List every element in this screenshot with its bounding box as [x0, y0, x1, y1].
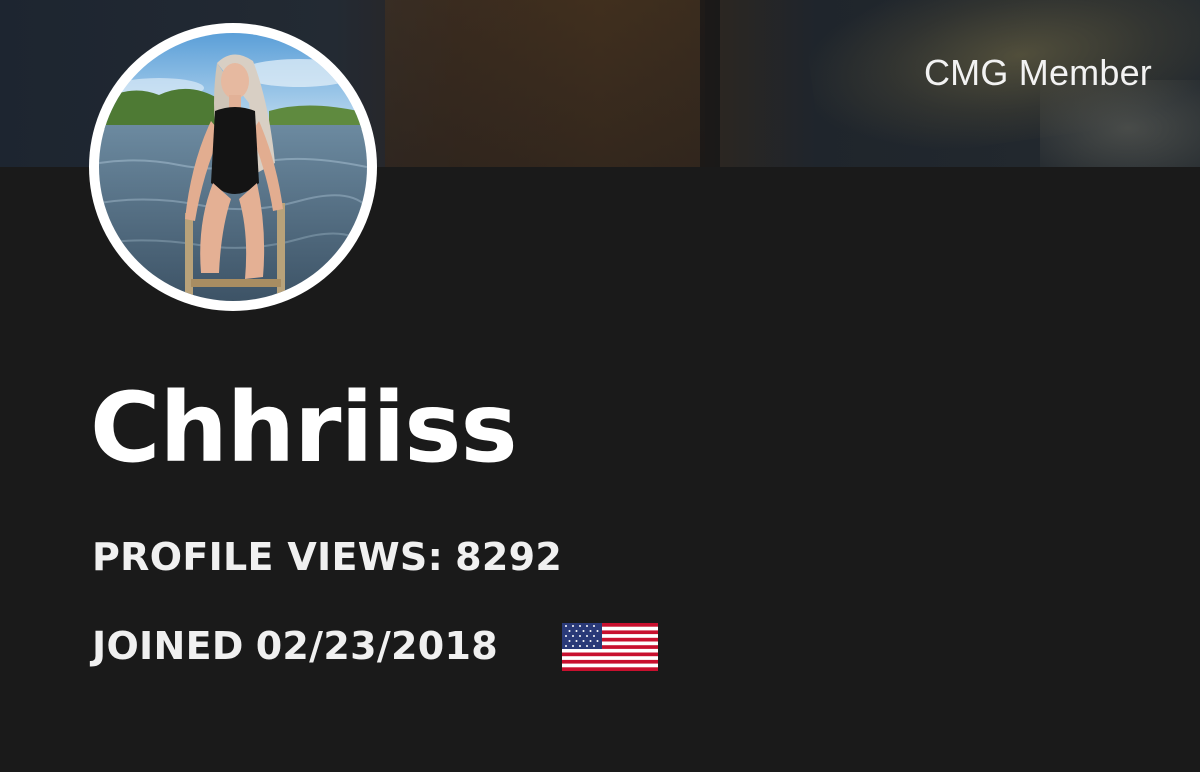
profile-page: CMG Member Chhriiss PROFILE VIEWS: 8292 … [0, 0, 1200, 772]
joined-label: JOINED [92, 624, 244, 668]
profile-views-count: 8292 [455, 535, 563, 579]
banner-background-shape [700, 0, 720, 167]
banner-background-shape [385, 0, 705, 167]
avatar[interactable] [89, 23, 377, 311]
profile-views: PROFILE VIEWS: 8292 [92, 538, 562, 576]
profile-views-label: PROFILE VIEWS: [92, 535, 444, 579]
us-flag-icon [562, 623, 658, 671]
joined-date-value: 02/23/2018 [255, 624, 498, 668]
username: Chhriiss [90, 372, 518, 484]
member-status-label: CMG Member [923, 52, 1152, 93]
avatar-photo [99, 33, 367, 301]
joined-date: JOINED 02/23/2018 [92, 627, 498, 665]
